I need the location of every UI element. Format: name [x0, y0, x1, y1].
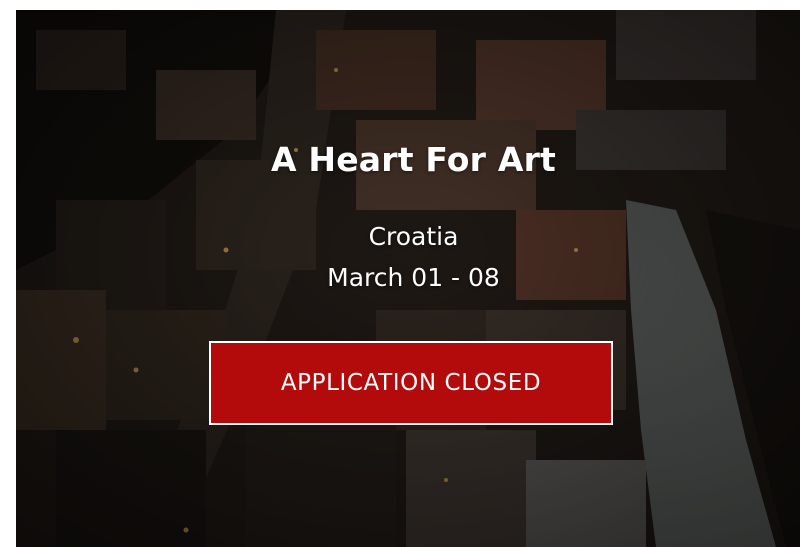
- event-info: A Heart For Art Croatia March 01 - 08 AP…: [16, 10, 800, 547]
- event-dates: March 01 - 08: [327, 263, 500, 292]
- event-card: A Heart For Art Croatia March 01 - 08 AP…: [16, 10, 800, 547]
- event-location: Croatia: [368, 222, 459, 251]
- event-title: A Heart For Art: [270, 140, 557, 179]
- application-closed-button[interactable]: APPLICATION CLOSED: [209, 341, 613, 425]
